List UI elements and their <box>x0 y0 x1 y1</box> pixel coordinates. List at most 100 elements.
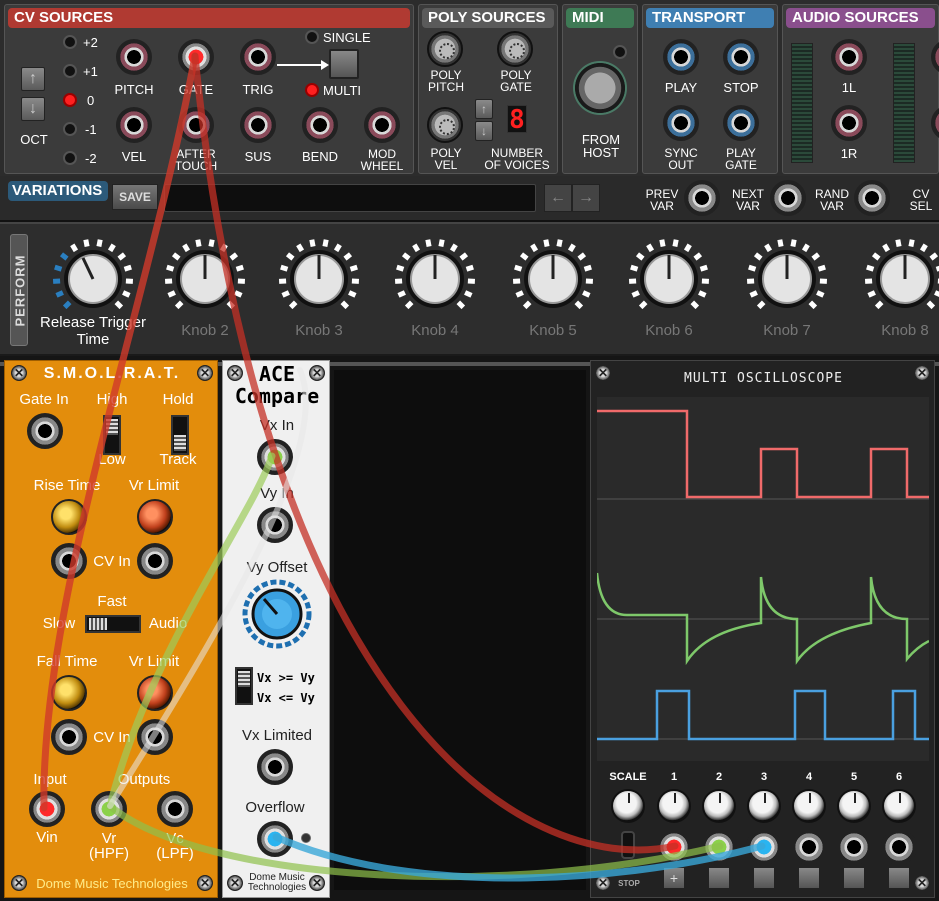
vr-limit-1-cv-jack[interactable] <box>137 543 173 579</box>
vx-limited-label: Vx Limited <box>241 727 313 744</box>
oct-led-minus2[interactable] <box>63 151 77 165</box>
vr-hpf-jack[interactable] <box>91 791 127 827</box>
trigger-mode-button[interactable] <box>329 49 359 79</box>
gate-jack[interactable] <box>178 39 214 75</box>
vin-jack[interactable] <box>29 791 65 827</box>
audio-2r-jack[interactable] <box>931 105 939 141</box>
channel-knob-1[interactable] <box>657 789 691 823</box>
pad-button-4[interactable] <box>798 867 820 889</box>
vc-lpf-jack[interactable] <box>157 791 193 827</box>
channel-knob-4[interactable] <box>792 789 826 823</box>
rise-cv-jack[interactable] <box>51 543 87 579</box>
poly-sources-panel: POLY SOURCES POLY PITCH POLY GATE POLY V… <box>418 4 558 174</box>
overflow-jack[interactable] <box>257 821 293 857</box>
voices-down-button[interactable]: ↓ <box>475 121 493 141</box>
sync-out-jack[interactable] <box>663 105 699 141</box>
prev-var-jack[interactable] <box>684 180 720 216</box>
perform-knob-1[interactable] <box>52 238 134 320</box>
multi-led[interactable] <box>305 83 319 97</box>
high-low-switch[interactable] <box>103 415 121 455</box>
vy-offset-knob[interactable] <box>242 579 312 649</box>
pad-button-6[interactable] <box>888 867 910 889</box>
single-led[interactable] <box>305 30 319 44</box>
fall-cv-jack[interactable] <box>51 719 87 755</box>
audio-1l-jack[interactable] <box>831 39 867 75</box>
channel-knob-3[interactable] <box>747 789 781 823</box>
scale-knob[interactable] <box>611 789 645 823</box>
midi-din-icon[interactable] <box>573 61 627 115</box>
oct-level-plus1: +1 <box>83 64 98 79</box>
perform-tab[interactable]: PERFORM <box>10 234 28 346</box>
aftertouch-jack[interactable] <box>178 107 214 143</box>
prev-var-label: PREV VAR <box>645 187 679 213</box>
poly-gate-jack[interactable] <box>497 31 533 67</box>
perform-knob-8[interactable] <box>864 238 939 320</box>
voices-up-button[interactable]: ↑ <box>475 99 493 119</box>
perform-knob-3[interactable] <box>278 238 360 320</box>
vr-limit-2-cv-jack[interactable] <box>137 719 173 755</box>
oct-led-0[interactable] <box>63 93 77 107</box>
scope-stop-switch[interactable] <box>621 831 635 859</box>
audio-sources-title: AUDIO SOURCES <box>786 8 935 28</box>
variation-name-field[interactable] <box>164 184 536 212</box>
pad-button-1[interactable]: + <box>663 867 685 889</box>
perform-knob-label-3: Knob 3 <box>295 322 343 339</box>
next-var-jack[interactable] <box>770 180 806 216</box>
perform-knob-4[interactable] <box>394 238 476 320</box>
channel-input-jack-3[interactable] <box>746 829 782 865</box>
sus-jack[interactable] <box>240 107 276 143</box>
bend-jack[interactable] <box>302 107 338 143</box>
channel-knob-2[interactable] <box>702 789 736 823</box>
scope-screen <box>595 397 930 761</box>
fall-time-knob[interactable] <box>51 675 87 711</box>
perform-knob-6[interactable] <box>628 238 710 320</box>
gate-in-jack[interactable] <box>27 413 63 449</box>
save-variation-button[interactable]: SAVE <box>112 184 158 210</box>
pad-button-3[interactable] <box>753 867 775 889</box>
hold-track-switch[interactable] <box>171 415 189 455</box>
pad-button-2[interactable] <box>708 867 730 889</box>
channel-input-jack-1[interactable] <box>656 829 692 865</box>
vel-jack[interactable] <box>116 107 152 143</box>
oct-led-plus2[interactable] <box>63 35 77 49</box>
audio-1r-jack[interactable] <box>831 105 867 141</box>
channel-input-jack-4[interactable] <box>791 829 827 865</box>
channel-knob-6[interactable] <box>882 789 916 823</box>
vr-limit-2-knob[interactable] <box>137 675 173 711</box>
perform-knob-7[interactable] <box>746 238 828 320</box>
compare-mode-switch[interactable] <box>235 667 253 705</box>
rand-var-jack[interactable] <box>854 180 890 216</box>
stop-jack[interactable] <box>723 39 759 75</box>
vy-in-jack[interactable] <box>257 507 293 543</box>
play-gate-jack[interactable] <box>723 105 759 141</box>
pitch-jack[interactable] <box>116 39 152 75</box>
channel-input-jack-6[interactable] <box>881 829 917 865</box>
vr-limit-1-knob[interactable] <box>137 499 173 535</box>
mod-wheel-jack[interactable] <box>364 107 400 143</box>
pad-button-5[interactable] <box>843 867 865 889</box>
rise-time-knob[interactable] <box>51 499 87 535</box>
poly-vel-jack[interactable] <box>427 107 463 143</box>
trig-jack[interactable] <box>240 39 276 75</box>
audio-2l-jack[interactable] <box>931 39 939 75</box>
channel-input-jack-2[interactable] <box>701 829 737 865</box>
perform-knob-2[interactable] <box>164 238 246 320</box>
speed-switch[interactable] <box>85 615 141 633</box>
octave-down-button[interactable]: ↓ <box>21 97 45 121</box>
octave-up-button[interactable]: ↑ <box>21 67 45 91</box>
variation-prev-button[interactable]: ← <box>544 184 572 212</box>
channel-knob-5[interactable] <box>837 789 871 823</box>
screw-icon: ✕ <box>309 875 325 891</box>
audio-meter-right <box>893 43 915 163</box>
perform-knob-5[interactable] <box>512 238 594 320</box>
channel-input-jack-5[interactable] <box>836 829 872 865</box>
stop-label: STOP <box>618 879 640 888</box>
vx-in-jack[interactable] <box>257 439 293 475</box>
oct-led-plus1[interactable] <box>63 64 77 78</box>
oct-level-0: 0 <box>87 93 95 108</box>
poly-pitch-jack[interactable] <box>427 31 463 67</box>
play-jack[interactable] <box>663 39 699 75</box>
oct-led-minus1[interactable] <box>63 122 77 136</box>
vx-limited-jack[interactable] <box>257 749 293 785</box>
variation-next-button[interactable]: → <box>572 184 600 212</box>
